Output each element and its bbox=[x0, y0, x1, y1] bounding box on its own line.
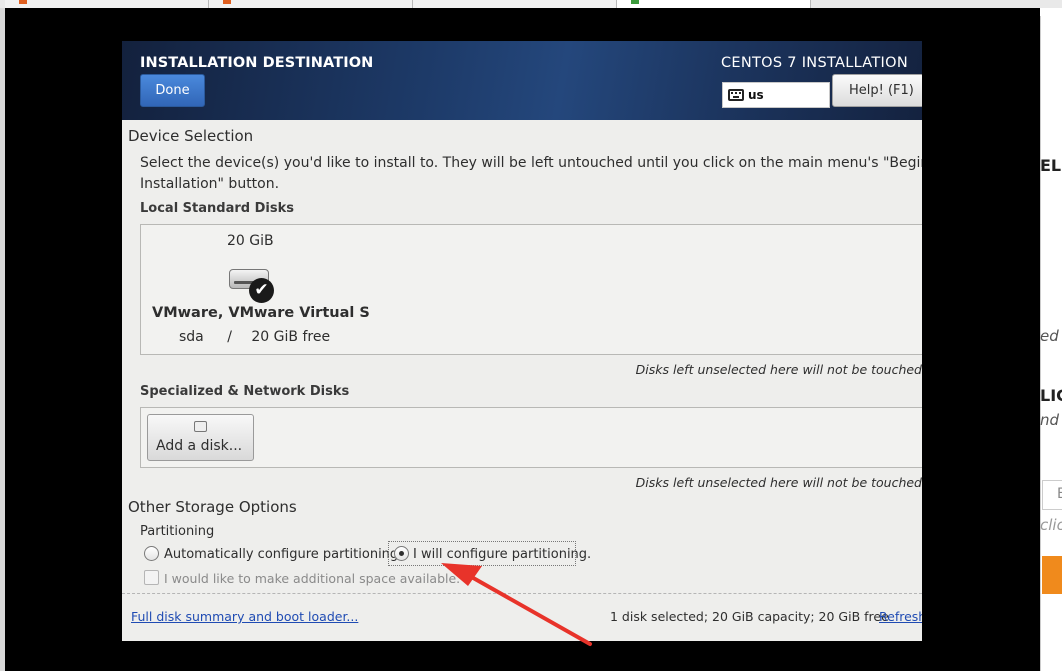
specialized-disks-panel: Add a disk... bbox=[140, 407, 922, 468]
host-background-page: ELI ed LIC nd E clic bbox=[1040, 8, 1062, 671]
manual-partition-label[interactable]: I will configure partitioning. bbox=[413, 544, 591, 565]
keyboard-layout-label: us bbox=[748, 88, 764, 102]
disk-meta-separator: / bbox=[227, 329, 232, 345]
keyboard-layout-indicator[interactable]: us bbox=[722, 82, 830, 108]
installer-header: INSTALLATION DESTINATION CENTOS 7 INSTAL… bbox=[122, 41, 922, 120]
host-text-fragment: ELI bbox=[1040, 156, 1062, 175]
auto-partition-radio[interactable] bbox=[144, 546, 159, 561]
other-storage-heading: Other Storage Options bbox=[128, 498, 297, 516]
intro-text-line2: Installation" button. bbox=[140, 176, 280, 192]
app-icon bbox=[631, 0, 639, 4]
host-text-fragment: LIC bbox=[1040, 386, 1062, 405]
host-text-fragment: ed bbox=[1040, 327, 1059, 345]
done-button[interactable]: Done bbox=[140, 74, 205, 107]
app-icon bbox=[19, 0, 27, 4]
host-tab[interactable] bbox=[413, 0, 617, 8]
host-orange-button[interactable] bbox=[1042, 556, 1062, 594]
intro-text-line1: Select the device(s) you'd like to insta… bbox=[140, 155, 922, 171]
product-title: CENTOS 7 INSTALLATION bbox=[720, 55, 908, 71]
keyboard-icon bbox=[728, 89, 744, 101]
specialized-disks-note: Disks left unselected here will not be t… bbox=[635, 475, 922, 490]
host-tab[interactable] bbox=[5, 0, 209, 8]
extra-space-checkbox[interactable] bbox=[144, 570, 159, 585]
disk-size: 20 GiB bbox=[227, 233, 274, 249]
add-disk-button[interactable]: Add a disk... bbox=[147, 414, 254, 461]
local-disks-heading: Local Standard Disks bbox=[140, 201, 294, 216]
refresh-link[interactable]: Refresh bbox=[879, 609, 922, 624]
local-disks-panel: 20 GiB ✔ VMware, VMware Virtual S sda / … bbox=[140, 224, 922, 355]
host-tab-strip bbox=[0, 0, 1062, 8]
disk-device: sda bbox=[179, 329, 204, 345]
disk-summary-link[interactable]: Full disk summary and boot loader... bbox=[131, 609, 358, 624]
local-disks-note: Disks left unselected here will not be t… bbox=[635, 362, 922, 377]
add-disk-label: Add a disk... bbox=[156, 438, 243, 454]
disk-meta: sda / 20 GiB free bbox=[179, 329, 330, 345]
auto-partition-label[interactable]: Automatically configure partitioning. bbox=[164, 544, 402, 565]
installer-window: INSTALLATION DESTINATION CENTOS 7 INSTAL… bbox=[122, 41, 922, 641]
disk-name: VMware, VMware Virtual S bbox=[152, 305, 370, 321]
device-selection-heading: Device Selection bbox=[128, 127, 254, 145]
footer-separator bbox=[122, 593, 922, 594]
partitioning-heading: Partitioning bbox=[140, 524, 215, 539]
disk-free: 20 GiB free bbox=[251, 329, 331, 345]
host-tab[interactable] bbox=[209, 0, 413, 8]
host-text-fragment: clic bbox=[1040, 516, 1062, 534]
checkmark-icon: ✔ bbox=[249, 278, 274, 303]
vm-screen[interactable]: INSTALLATION DESTINATION CENTOS 7 INSTAL… bbox=[5, 8, 1040, 671]
page-title: INSTALLATION DESTINATION bbox=[140, 55, 374, 71]
extra-space-label: I would like to make additional space av… bbox=[164, 571, 461, 586]
help-button[interactable]: Help! (F1) bbox=[832, 74, 922, 107]
host-tab-active[interactable] bbox=[617, 0, 811, 8]
host-input-fragment: E bbox=[1042, 480, 1062, 510]
specialized-disks-heading: Specialized & Network Disks bbox=[140, 384, 350, 399]
disk-add-icon bbox=[194, 421, 207, 432]
app-icon bbox=[223, 0, 231, 4]
disk-sda[interactable]: 20 GiB ✔ VMware, VMware Virtual S sda / … bbox=[141, 225, 370, 354]
host-text-fragment: nd bbox=[1040, 411, 1060, 429]
storage-status: 1 disk selected; 20 GiB capacity; 20 GiB… bbox=[610, 609, 889, 624]
manual-partition-radio[interactable] bbox=[394, 546, 409, 561]
